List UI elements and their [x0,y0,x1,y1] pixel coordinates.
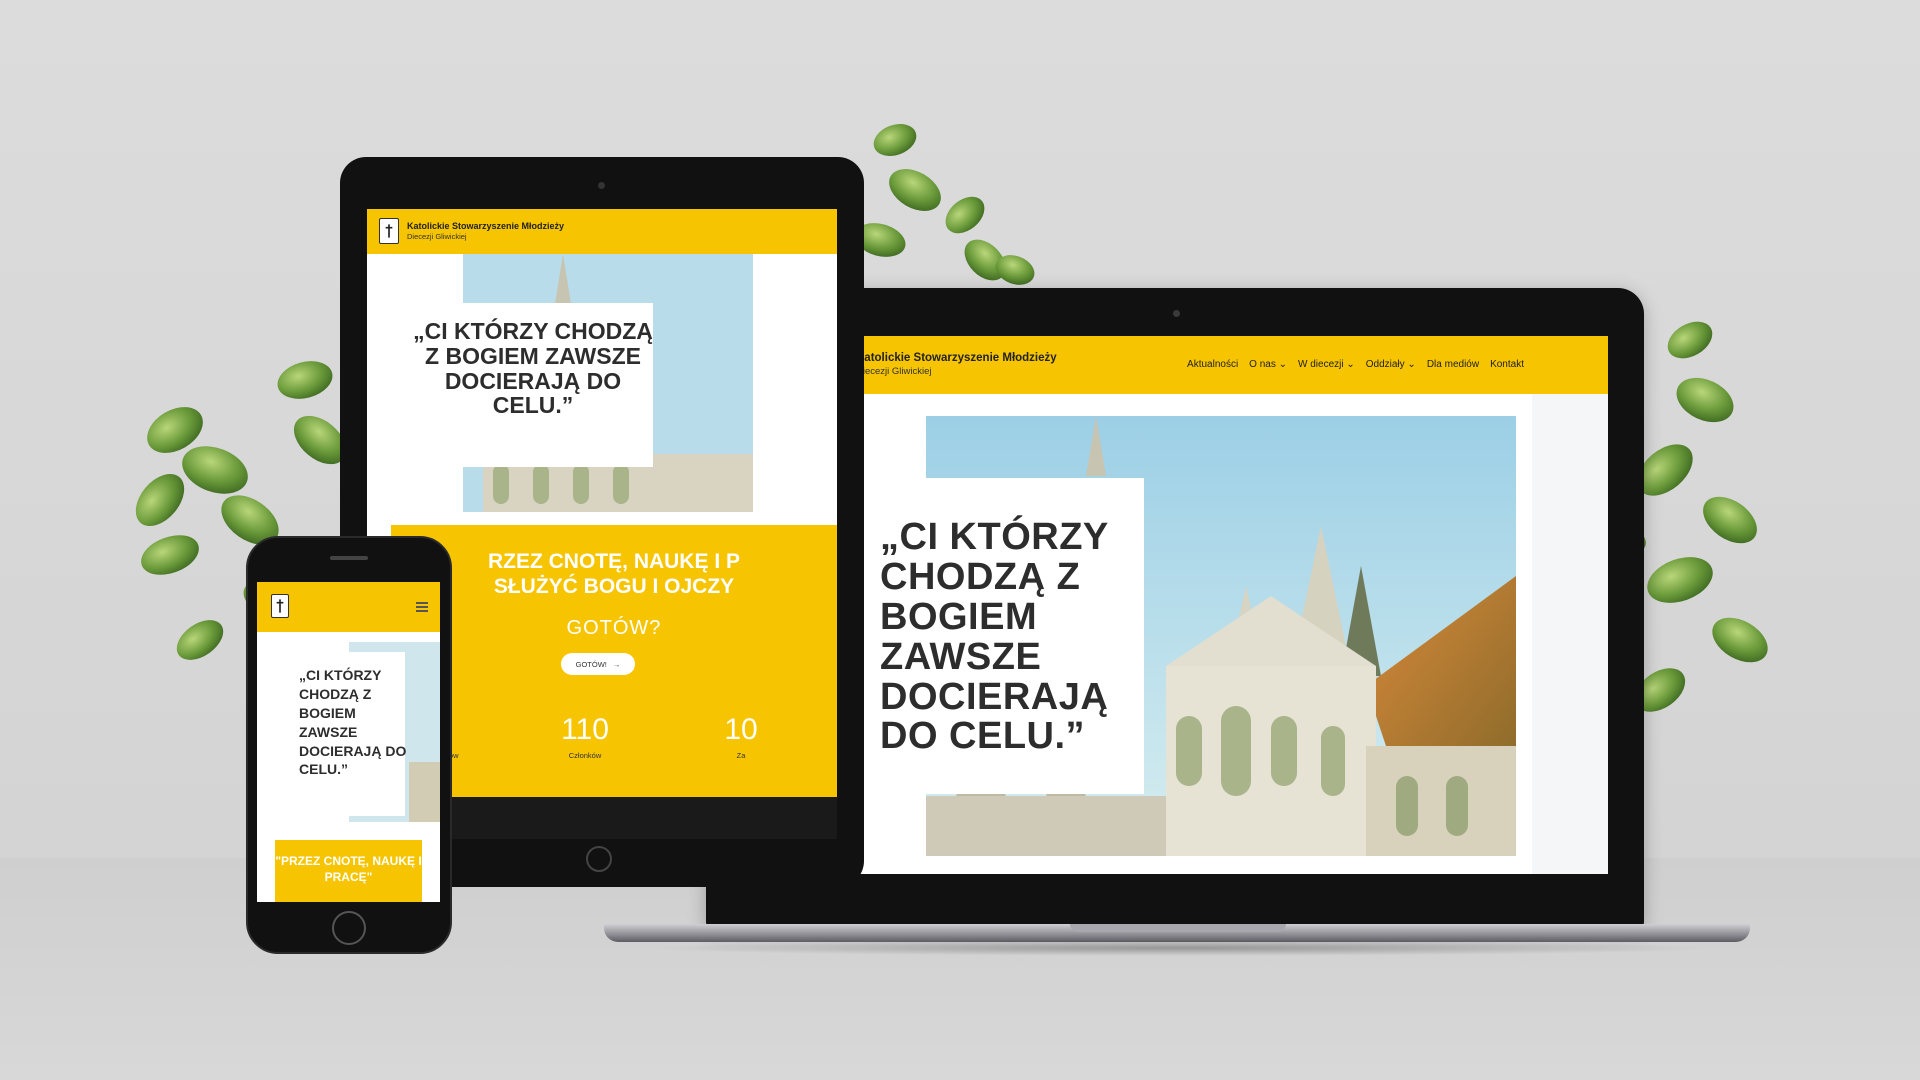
tablet-stats-section: 7 Oddziałów 110 Członków 10 Za [391,699,837,797]
ready-button-label: GOTÓW! [575,659,607,669]
laptop-notch [1070,924,1286,932]
tablet-camera [598,182,605,189]
tablet-logo-icon[interactable] [379,218,399,244]
tablet-brand-name: Katolickie Stowarzyszenie Młodzieży [407,221,565,231]
stat-third: 10 Za [691,713,791,760]
nav-item-w-diecezji[interactable]: W diecezji ⌄ [1298,359,1355,370]
phone-motto: "PRZEZ CNOTĘ, NAUKĘ I PRACĘ" [275,854,422,884]
phone-quote-card: „CI KTÓRZY CHODZĄ Z BOGIEM ZAWSZE DOCIER… [287,652,406,816]
tablet-motto-line2: SŁUŻYĆ BOGU I OJCZY [493,575,735,599]
site-header: Katolickie Stowarzyszenie Młodzieży Diec… [744,336,1608,394]
tablet-home-button [586,846,612,872]
phone-screen: „CI KTÓRZY CHODZĄ Z BOGIEM ZAWSZE DOCIER… [257,582,440,902]
laptop-shadow [640,940,1720,956]
hero-quote-card: „CI KTÓRZY CHODZĄ Z BOGIEM ZAWSZE DOCIER… [854,478,1144,794]
stat-label: Za [736,751,746,760]
nav-item-oddzialy[interactable]: Oddziały ⌄ [1366,359,1416,370]
main-nav: Aktualności O nas ⌄ W diecezji ⌄ Oddział… [1187,359,1524,370]
phone-hero-quote: „CI KTÓRZY CHODZĄ Z BOGIEM ZAWSZE DOCIER… [299,667,407,778]
hero-quote: „CI KTÓRZY CHODZĄ Z BOGIEM ZAWSZE DOCIER… [880,516,1109,758]
site-brand[interactable]: Katolickie Stowarzyszenie Młodzieży Diec… [856,352,1057,377]
stat-value: 110 [561,713,609,746]
arrow-right-icon: → [612,659,621,669]
brand-subtitle: Diecezji Gliwickiej [856,366,932,377]
tablet-brand[interactable]: Katolickie Stowarzyszenie Młodzieży Diec… [407,221,564,241]
stat-value: 10 [724,713,758,746]
laptop-screen: Katolickie Stowarzyszenie Młodzieży Diec… [744,336,1608,874]
tablet-site-header: Katolickie Stowarzyszenie Młodzieży Diec… [367,209,837,254]
nav-item-aktualnosci[interactable]: Aktualności [1187,359,1238,370]
tablet-motto-line1: RZEZ CNOTĘ, NAUKĘ I P [487,550,740,573]
brand-name: Katolickie Stowarzyszenie Młodzieży [856,352,1057,364]
tablet-motto: RZEZ CNOTĘ, NAUKĘ I P SŁUŻYĆ BOGU I OJCZ… [391,549,837,599]
tablet-hero-quote: „CI KTÓRZY CHODZĄ Z BOGIEM ZAWSZE DOCIER… [413,318,653,419]
phone-site-header [257,582,440,632]
phone-logo-icon[interactable] [271,594,289,618]
tablet-quote-card: „CI KTÓRZY CHODZĄ Z BOGIEM ZAWSZE DOCIER… [413,303,653,467]
phone-home-button [332,911,366,945]
laptop-camera [1173,310,1180,317]
nav-item-dla-mediow[interactable]: Dla mediów [1427,359,1479,370]
nav-item-kontakt[interactable]: Kontakt [1490,359,1524,370]
stat-czlonkow: 110 Członków [535,713,635,760]
stat-label: Członków [568,751,602,760]
ready-button[interactable]: GOTÓW! → [561,653,635,675]
phone-speaker [330,556,368,560]
tablet-motto-section: RZEZ CNOTĘ, NAUKĘ I P SŁUŻYĆ BOGU I OJCZ… [391,525,837,699]
tablet-ready-title: GOTÓW? [566,617,662,639]
hamburger-menu-icon[interactable] [416,602,428,612]
tablet-brand-subtitle: Diecezji Gliwickiej [407,232,467,241]
nav-item-o-nas[interactable]: O nas ⌄ [1249,359,1287,370]
phone-motto-section: "PRZEZ CNOTĘ, NAUKĘ I PRACĘ" [275,840,422,902]
